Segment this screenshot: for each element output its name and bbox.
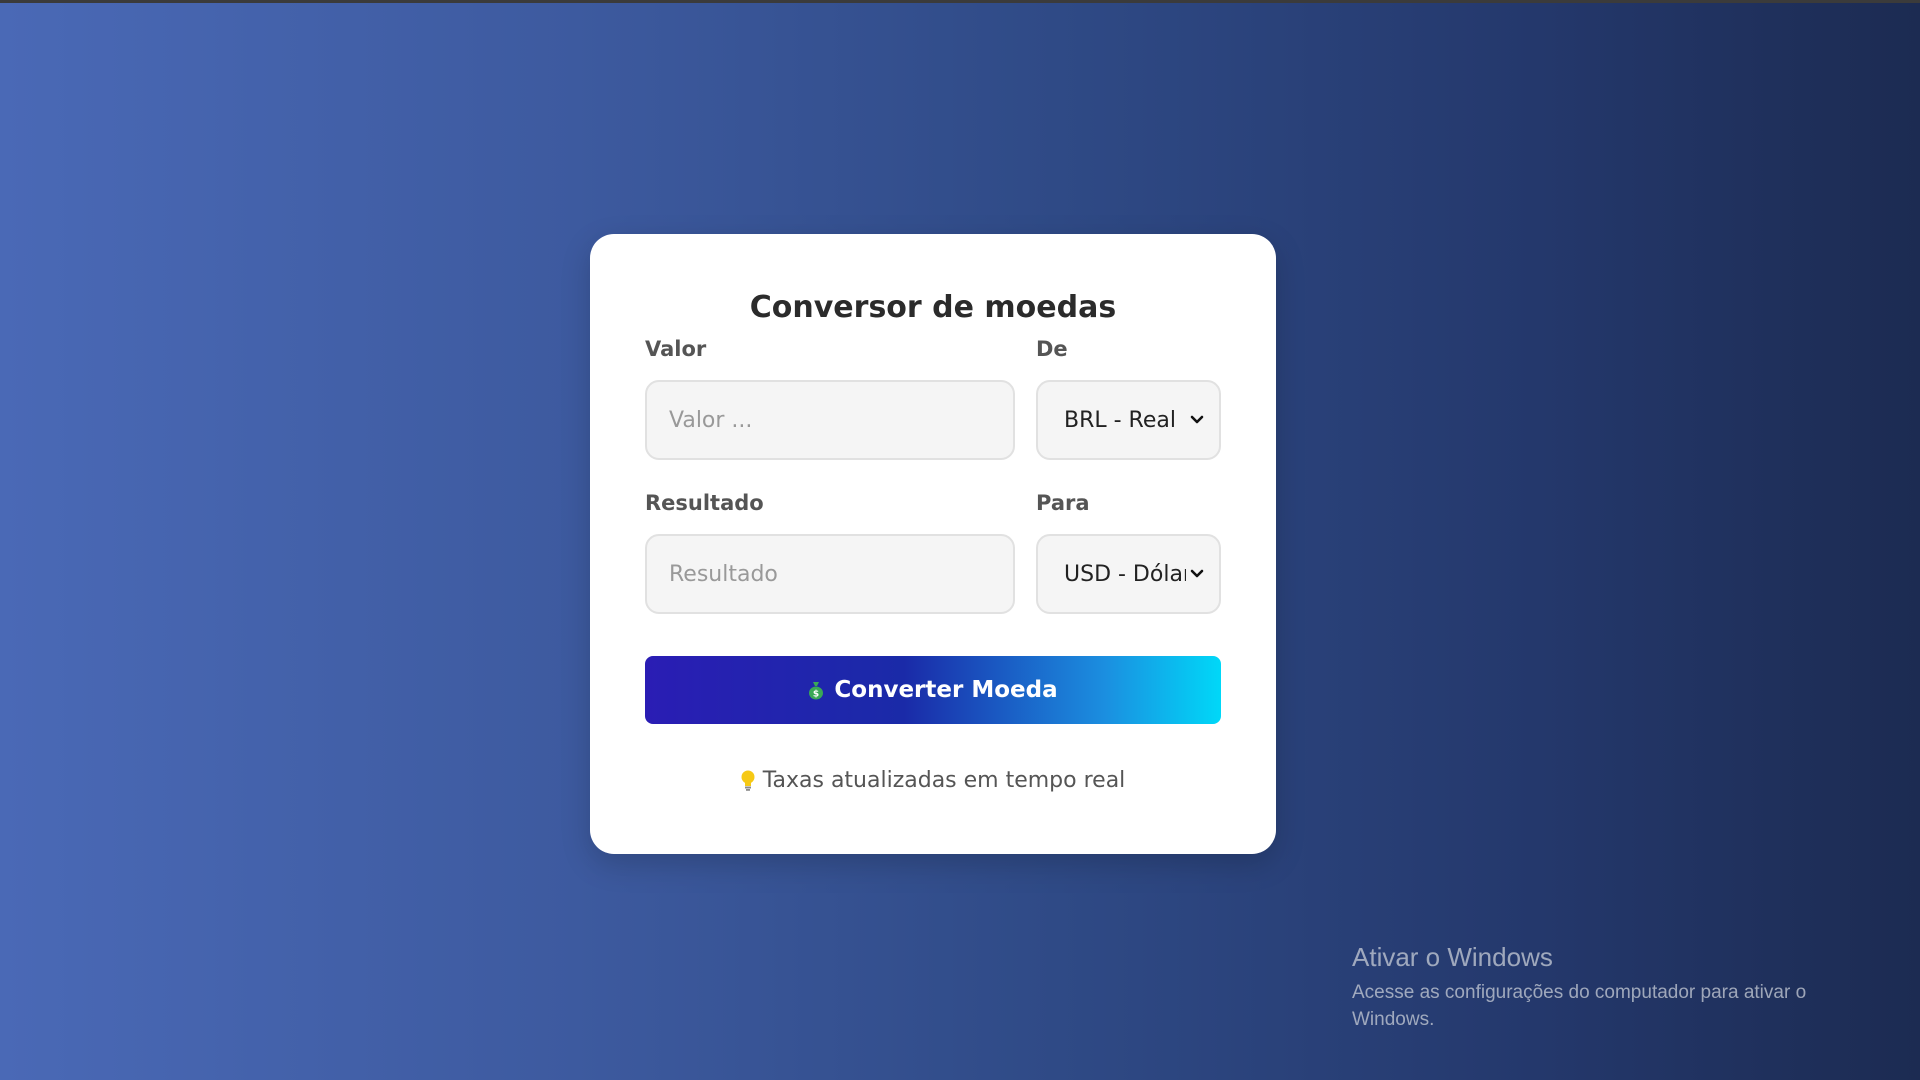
rates-note: Taxas atualizadas em tempo real [590,768,1276,793]
money-bag-icon: $ [808,680,824,700]
lightbulb-icon [741,770,755,792]
chevron-down-icon [1189,412,1205,428]
convert-button-label: Converter Moeda [834,677,1058,703]
result-label: Resultado [645,491,764,515]
convert-button[interactable]: $ Converter Moeda [645,656,1221,724]
result-field[interactable]: Resultado [645,534,1015,614]
to-currency-label: Para [1036,491,1090,515]
watermark-subtitle: Acesse as configurações do computador pa… [1352,982,1807,1030]
from-currency-select[interactable]: BRL - Real [1036,380,1221,460]
window-top-border [0,0,1920,3]
amount-label: Valor [645,337,707,361]
page-title: Conversor de moedas [749,290,1117,325]
chevron-down-icon [1189,566,1205,582]
to-currency-select[interactable]: USD - Dólar [1036,534,1221,614]
svg-text:$: $ [813,690,819,700]
rates-note-text: Taxas atualizadas em tempo real [762,768,1126,793]
from-currency-value: BRL - Real [1064,407,1176,433]
amount-input-placeholder: Valor ... [669,407,753,433]
converter-card: Conversor de moedas Valor De Valor ... B… [590,234,1276,854]
windows-activation-watermark: Ativar o Windows Acesse as configurações… [1352,942,1872,1033]
amount-input[interactable]: Valor ... [645,380,1015,460]
to-currency-value: USD - Dólar [1064,561,1186,587]
from-currency-label: De [1036,337,1068,361]
result-field-placeholder: Resultado [669,561,778,587]
watermark-title: Ativar o Windows [1352,942,1553,972]
